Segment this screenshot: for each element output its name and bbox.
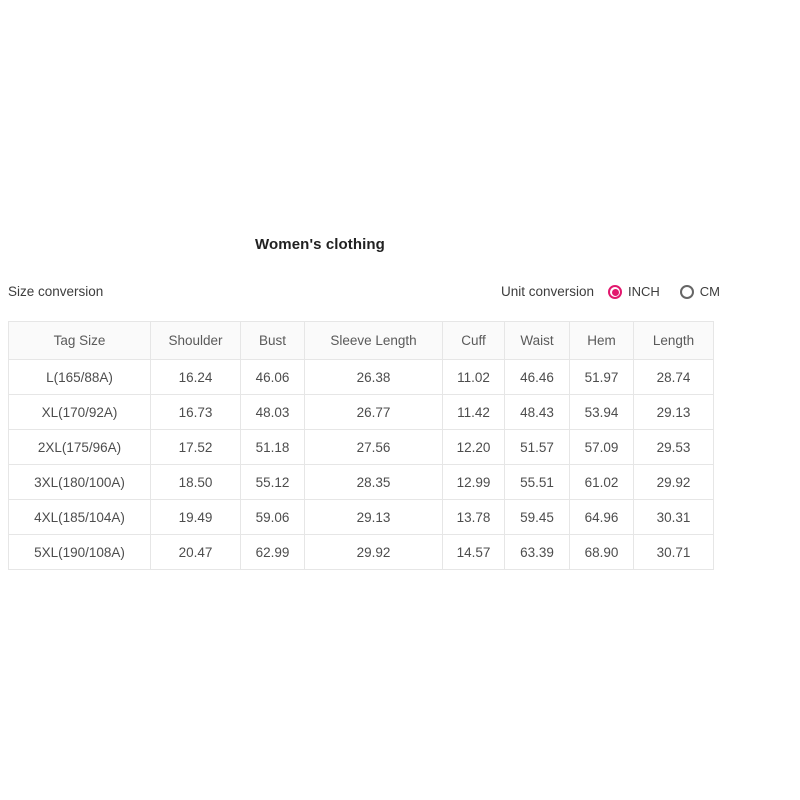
size-chart-table: Tag Size Shoulder Bust Sleeve Length Cuf… (8, 321, 714, 570)
column-header-sleeve-length: Sleeve Length (304, 321, 443, 360)
cell-length: 28.74 (633, 359, 714, 395)
column-header-waist: Waist (504, 321, 570, 360)
conversion-bar: Size conversion Unit conversion INCH CM (8, 281, 720, 303)
cell-bust: 48.03 (240, 394, 305, 430)
cell-shoulder: 20.47 (150, 534, 241, 570)
cell-shoulder: 16.24 (150, 359, 241, 395)
cell-tag-size: XL(170/92A) (8, 394, 151, 430)
cell-tag-size: 5XL(190/108A) (8, 534, 151, 570)
cell-cuff: 14.57 (442, 534, 505, 570)
table-row: L(165/88A) 16.24 46.06 26.38 11.02 46.46… (8, 359, 714, 395)
size-chart-page: Women's clothing Size conversion Unit co… (0, 0, 800, 800)
cell-shoulder: 17.52 (150, 429, 241, 465)
cell-cuff: 12.99 (442, 464, 505, 500)
page-title-row: Women's clothing (0, 236, 640, 254)
cell-bust: 51.18 (240, 429, 305, 465)
cell-tag-size: 2XL(175/96A) (8, 429, 151, 465)
cell-sleeve-length: 29.92 (304, 534, 443, 570)
table-row: 3XL(180/100A) 18.50 55.12 28.35 12.99 55… (8, 464, 714, 500)
cell-waist: 59.45 (504, 499, 570, 535)
cell-sleeve-length: 28.35 (304, 464, 443, 500)
cell-tag-size: L(165/88A) (8, 359, 151, 395)
cell-bust: 55.12 (240, 464, 305, 500)
table-header-row: Tag Size Shoulder Bust Sleeve Length Cuf… (8, 321, 714, 360)
cell-hem: 53.94 (569, 394, 634, 430)
table-body: L(165/88A) 16.24 46.06 26.38 11.02 46.46… (8, 359, 714, 570)
column-header-shoulder: Shoulder (150, 321, 241, 360)
size-conversion-label: Size conversion (8, 284, 104, 299)
cell-hem: 51.97 (569, 359, 634, 395)
cell-length: 29.13 (633, 394, 714, 430)
column-header-hem: Hem (569, 321, 634, 360)
unit-option-cm-label: CM (699, 284, 720, 299)
cell-cuff: 11.42 (442, 394, 505, 430)
cell-bust: 59.06 (240, 499, 305, 535)
unit-option-cm[interactable]: CM (679, 281, 720, 303)
table-header: Tag Size Shoulder Bust Sleeve Length Cuf… (8, 321, 714, 360)
table-row: 4XL(185/104A) 19.49 59.06 29.13 13.78 59… (8, 499, 714, 535)
cell-tag-size: 4XL(185/104A) (8, 499, 151, 535)
cell-cuff: 12.20 (442, 429, 505, 465)
cell-sleeve-length: 27.56 (304, 429, 443, 465)
cell-hem: 64.96 (569, 499, 634, 535)
page-title: Women's clothing (255, 236, 385, 253)
table-row: 5XL(190/108A) 20.47 62.99 29.92 14.57 63… (8, 534, 714, 570)
cell-shoulder: 16.73 (150, 394, 241, 430)
column-header-cuff: Cuff (442, 321, 505, 360)
cell-hem: 57.09 (569, 429, 634, 465)
unit-option-inch[interactable]: INCH (608, 281, 660, 303)
cell-tag-size: 3XL(180/100A) (8, 464, 151, 500)
size-table-container: Tag Size Shoulder Bust Sleeve Length Cuf… (8, 321, 714, 570)
cell-shoulder: 19.49 (150, 499, 241, 535)
cell-waist: 51.57 (504, 429, 570, 465)
cell-waist: 63.39 (504, 534, 570, 570)
cell-waist: 55.51 (504, 464, 570, 500)
cell-length: 30.31 (633, 499, 714, 535)
unit-option-inch-label: INCH (628, 284, 660, 299)
radio-selected-icon[interactable] (608, 285, 622, 299)
unit-conversion-group: Unit conversion INCH CM (501, 281, 720, 303)
cell-waist: 48.43 (504, 394, 570, 430)
radio-unselected-icon[interactable] (679, 285, 694, 299)
cell-bust: 46.06 (240, 359, 305, 395)
column-header-tag-size: Tag Size (8, 321, 151, 360)
column-header-bust: Bust (240, 321, 305, 360)
unit-conversion-label: Unit conversion (500, 284, 594, 299)
cell-hem: 61.02 (569, 464, 634, 500)
cell-length: 30.71 (633, 534, 714, 570)
cell-cuff: 13.78 (442, 499, 505, 535)
cell-sleeve-length: 29.13 (304, 499, 443, 535)
cell-bust: 62.99 (240, 534, 305, 570)
cell-cuff: 11.02 (442, 359, 505, 395)
cell-waist: 46.46 (504, 359, 570, 395)
cell-shoulder: 18.50 (150, 464, 241, 500)
table-row: 2XL(175/96A) 17.52 51.18 27.56 12.20 51.… (8, 429, 714, 465)
cell-hem: 68.90 (569, 534, 634, 570)
cell-length: 29.92 (633, 464, 714, 500)
table-row: XL(170/92A) 16.73 48.03 26.77 11.42 48.4… (8, 394, 714, 430)
cell-sleeve-length: 26.77 (304, 394, 443, 430)
column-header-length: Length (633, 321, 714, 360)
cell-length: 29.53 (633, 429, 714, 465)
cell-sleeve-length: 26.38 (304, 359, 443, 395)
